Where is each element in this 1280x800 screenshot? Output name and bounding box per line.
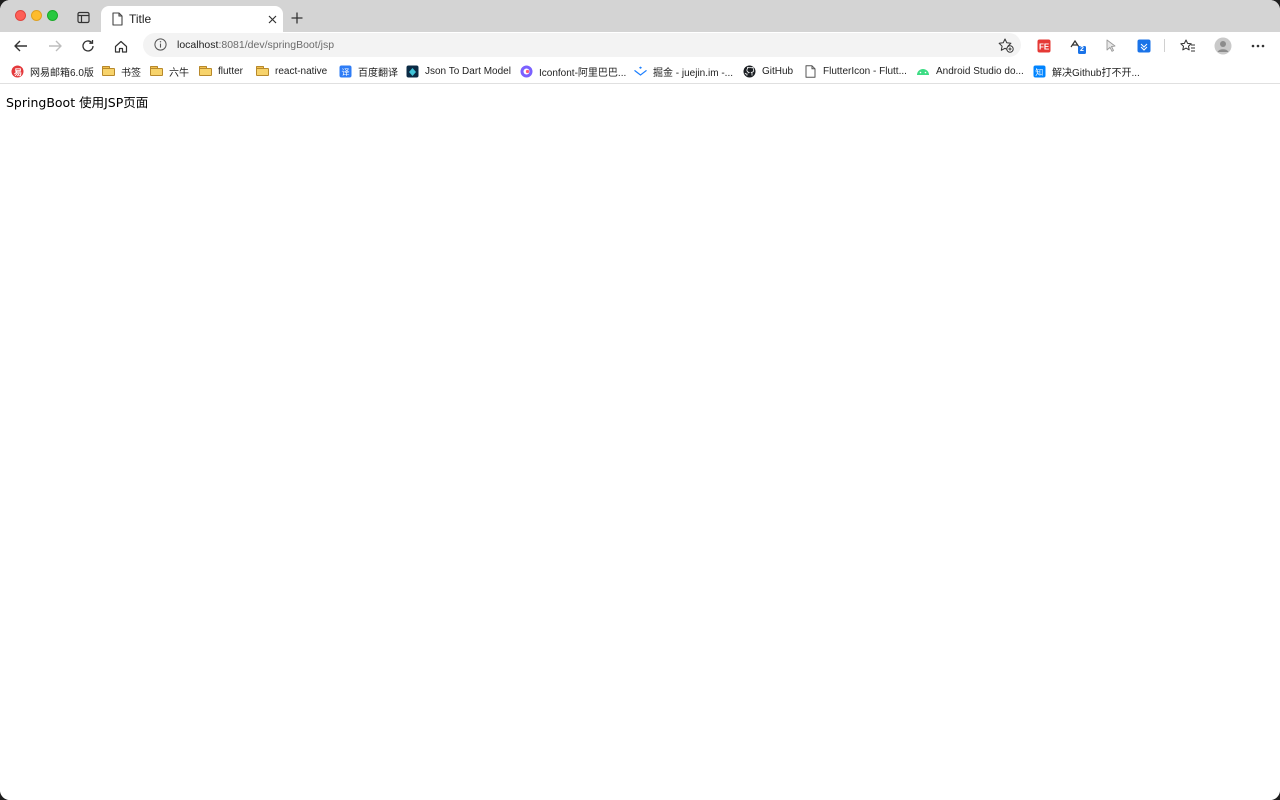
url-host: localhost bbox=[177, 39, 219, 51]
bookmark-netease-mail[interactable]: 易 网易邮箱6.0版 bbox=[10, 63, 94, 79]
bookmarks-bar: 易 网易邮箱6.0版 书签 六牛 flutter react-native 译 … bbox=[0, 58, 1280, 84]
close-window-button[interactable] bbox=[15, 10, 26, 21]
new-tab-button[interactable] bbox=[287, 8, 307, 28]
bookmark-folder-react-native[interactable]: react-native bbox=[255, 63, 327, 79]
svg-text:易: 易 bbox=[14, 68, 22, 77]
address-bar[interactable]: localhost:8081/dev/springBoot/jsp bbox=[143, 33, 1021, 57]
bookmark-label: 六牛 bbox=[169, 67, 189, 79]
tab-strip: Title bbox=[0, 0, 1280, 32]
tab-active[interactable]: Title bbox=[101, 6, 283, 32]
github-icon bbox=[742, 64, 756, 78]
forward-button[interactable] bbox=[45, 36, 65, 56]
bookmark-label: 书签 bbox=[121, 67, 141, 79]
bookmark-label: react-native bbox=[275, 65, 328, 77]
extension-badge: 2 bbox=[1080, 46, 1084, 53]
bookmark-label: 解决Github打不开... bbox=[1052, 67, 1140, 79]
page-body-text: SpringBoot 使用JSP页面 bbox=[6, 95, 149, 110]
blue-extension-icon[interactable] bbox=[1134, 36, 1154, 56]
bookmark-folder-liuniu[interactable]: 六牛 bbox=[149, 63, 189, 79]
folder-icon bbox=[101, 64, 115, 78]
reload-button[interactable] bbox=[78, 36, 98, 56]
bookmark-label: GitHub bbox=[762, 65, 794, 77]
tab-actions-menu-icon[interactable] bbox=[74, 8, 92, 26]
bookmark-json-to-dart[interactable]: Json To Dart Model bbox=[405, 63, 511, 79]
svg-text:知: 知 bbox=[1035, 67, 1043, 77]
cursor-extension-icon[interactable] bbox=[1101, 36, 1121, 56]
baidu-translate-icon: 译 bbox=[338, 64, 352, 78]
bookmark-github[interactable]: GitHub bbox=[742, 63, 793, 79]
bookmark-label: Iconfont-阿里巴巴... bbox=[539, 67, 627, 79]
home-button[interactable] bbox=[111, 36, 131, 56]
folder-icon bbox=[198, 64, 212, 78]
folder-icon bbox=[149, 64, 163, 78]
favorites-icon[interactable] bbox=[1178, 36, 1198, 56]
bookmark-label: flutter bbox=[218, 65, 244, 77]
zoom-window-button[interactable] bbox=[47, 10, 58, 21]
minimize-window-button[interactable] bbox=[31, 10, 42, 21]
more-options-icon[interactable] bbox=[1248, 36, 1268, 56]
zhihu-icon: 知 bbox=[1032, 64, 1046, 78]
browser-window: Title localhost:8081/dev/springBoot/jsp bbox=[0, 0, 1280, 800]
bookmark-zhihu[interactable]: 知 解决Github打不开... bbox=[1032, 63, 1140, 79]
bookmark-label: Json To Dart Model bbox=[425, 65, 511, 77]
translate-extension-icon[interactable]: 2 bbox=[1068, 36, 1088, 56]
folder-icon bbox=[255, 64, 269, 78]
bookmark-label: FlutterIcon - Flutt... bbox=[823, 65, 907, 77]
url-path: :8081/dev/springBoot/jsp bbox=[218, 39, 335, 51]
browser-toolbar: localhost:8081/dev/springBoot/jsp FE 2 bbox=[0, 32, 1280, 58]
bookmark-iconfont[interactable]: Iconfont-阿里巴巴... bbox=[519, 63, 626, 79]
site-info-icon[interactable] bbox=[153, 37, 168, 52]
fe-extension-icon[interactable]: FE bbox=[1034, 36, 1054, 56]
svg-text:FE: FE bbox=[1039, 43, 1050, 52]
netease-mail-icon: 易 bbox=[10, 64, 24, 78]
bookmark-label: 网易邮箱6.0版 bbox=[30, 67, 94, 79]
juejin-icon bbox=[633, 64, 647, 78]
json-dart-icon bbox=[405, 64, 419, 78]
bookmark-label: Android Studio do... bbox=[936, 65, 1024, 77]
iconfont-icon bbox=[519, 64, 533, 78]
url-text[interactable]: localhost:8081/dev/springBoot/jsp bbox=[177, 39, 334, 51]
svg-text:译: 译 bbox=[341, 68, 349, 77]
bookmark-juejin[interactable]: 掘金 - juejin.im -... bbox=[633, 63, 733, 79]
toolbar-divider bbox=[1164, 39, 1165, 52]
bookmark-baidu-translate[interactable]: 译 百度翻译 bbox=[338, 63, 398, 79]
document-icon bbox=[110, 11, 124, 27]
back-button[interactable] bbox=[11, 36, 31, 56]
bookmark-label: 掘金 - juejin.im -... bbox=[653, 67, 734, 79]
page-icon bbox=[803, 64, 817, 78]
android-icon bbox=[916, 64, 930, 78]
add-favorite-icon[interactable] bbox=[997, 36, 1015, 54]
bookmark-android-studio[interactable]: Android Studio do... bbox=[916, 63, 1024, 79]
bookmark-folder-flutter[interactable]: flutter bbox=[198, 63, 243, 79]
tab-title: Title bbox=[129, 12, 152, 26]
profile-avatar-icon[interactable] bbox=[1213, 36, 1233, 56]
bookmark-folder-bookmarks[interactable]: 书签 bbox=[101, 63, 141, 79]
bookmark-label: 百度翻译 bbox=[358, 67, 398, 79]
page-viewport: SpringBoot 使用JSP页面 bbox=[0, 85, 1280, 800]
close-tab-icon[interactable] bbox=[264, 11, 280, 27]
bookmark-fluttericon[interactable]: FlutterIcon - Flutt... bbox=[803, 63, 907, 79]
